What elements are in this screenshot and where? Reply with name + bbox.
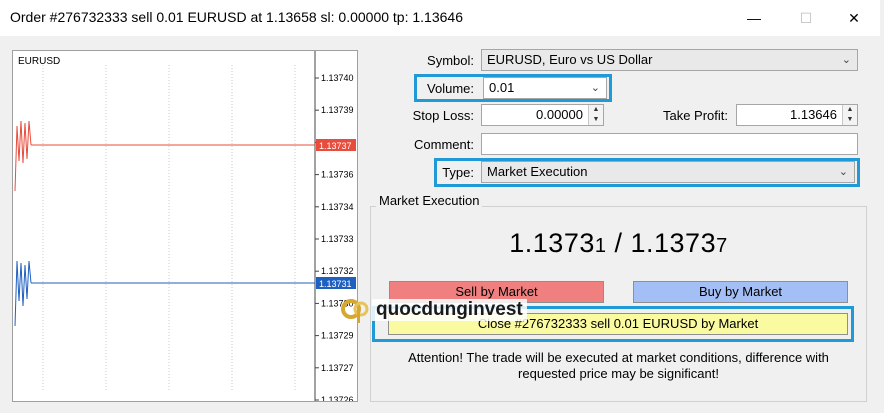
ask-price: 1.13737: [631, 228, 728, 258]
chevron-down-icon: ⌄: [841, 54, 851, 66]
title-bar: Order #276732333 sell 0.01 EURUSD at 1.1…: [0, 0, 884, 36]
comment-label: Comment:: [414, 137, 474, 152]
spin-down-icon[interactable]: ▼: [589, 115, 603, 125]
take-profit-input[interactable]: 1.13646 ▲ ▼: [736, 104, 858, 126]
take-profit-value: 1.13646: [790, 107, 837, 122]
tick-chart-svg: 1.13740 1.13739 1.13737 1.13736 1.13734 1.137…: [14, 51, 356, 401]
spin-down-icon[interactable]: ▼: [843, 115, 857, 125]
symbol-select[interactable]: EURUSD, Euro vs US Dollar ⌄: [481, 49, 858, 71]
tick-chart: EURUSD 1.137401.137391.137371.137361.137…: [12, 50, 358, 402]
close-window-button[interactable]: ✕: [842, 6, 866, 30]
market-execution-label: Market Execution: [376, 193, 483, 208]
bid-last-digit: 1: [594, 235, 607, 257]
chart-tick-label: 1.13740: [321, 73, 354, 83]
attention-line-2: requested price may be significant!: [518, 366, 719, 381]
symbol-value: EURUSD, Euro vs US Dollar: [487, 52, 653, 67]
window-edge: [880, 0, 884, 413]
ask-last-digit: 7: [716, 235, 728, 257]
chart-tick-label: 1.13729: [321, 331, 354, 341]
ask-tag-label: 1.13737: [319, 141, 352, 151]
chart-tick-label: 1.13734: [321, 202, 354, 212]
watermark: quocdunginvest: [340, 295, 527, 325]
type-highlight: [434, 158, 860, 187]
take-profit-spinner[interactable]: ▲ ▼: [842, 105, 857, 125]
chart-tick-label: 1.13726: [321, 395, 354, 401]
chart-tick-label: 1.13736: [321, 170, 354, 180]
ask-ticks: [14, 120, 32, 192]
comment-input[interactable]: [481, 133, 858, 155]
chart-tick-label: 1.13727: [321, 363, 354, 373]
symbol-label: Symbol:: [427, 53, 474, 68]
price-display: 1.13731 / 1.13737: [370, 228, 867, 259]
bid-main: 1.1373: [509, 228, 595, 258]
window-title: Order #276732333 sell 0.01 EURUSD at 1.1…: [10, 9, 463, 25]
stop-loss-spinner[interactable]: ▲ ▼: [588, 105, 603, 125]
stop-loss-label: Stop Loss:: [412, 108, 474, 123]
maximize-button[interactable]: ☐: [794, 6, 818, 30]
stop-loss-value: 0.00000: [536, 107, 583, 122]
attention-line-1: Attention! The trade will be executed at…: [408, 350, 829, 365]
buy-by-market-button[interactable]: Buy by Market: [633, 281, 848, 303]
ask-main: 1.1373: [630, 228, 717, 258]
chart-tick-label: 1.13732: [321, 266, 354, 276]
volume-highlight: [414, 74, 612, 102]
attention-note: Attention! The trade will be executed at…: [370, 350, 867, 382]
minimize-button[interactable]: —: [742, 6, 766, 30]
watermark-text: quocdunginvest: [372, 299, 527, 321]
bid-price: 1.13731: [509, 228, 606, 258]
order-window: Order #276732333 sell 0.01 EURUSD at 1.1…: [0, 0, 884, 413]
watermark-logo-icon: [341, 299, 369, 323]
bid-tag-label: 1.13731: [319, 279, 352, 289]
spin-up-icon[interactable]: ▲: [589, 105, 603, 115]
spin-up-icon[interactable]: ▲: [843, 105, 857, 115]
bid-ticks: [14, 260, 32, 327]
stop-loss-input[interactable]: 0.00000 ▲ ▼: [481, 104, 604, 126]
chart-tick-label: 1.13739: [321, 105, 354, 115]
chart-tick-label: 1.13733: [321, 234, 354, 244]
price-separator: /: [606, 228, 631, 258]
take-profit-label: Take Profit:: [662, 108, 728, 123]
